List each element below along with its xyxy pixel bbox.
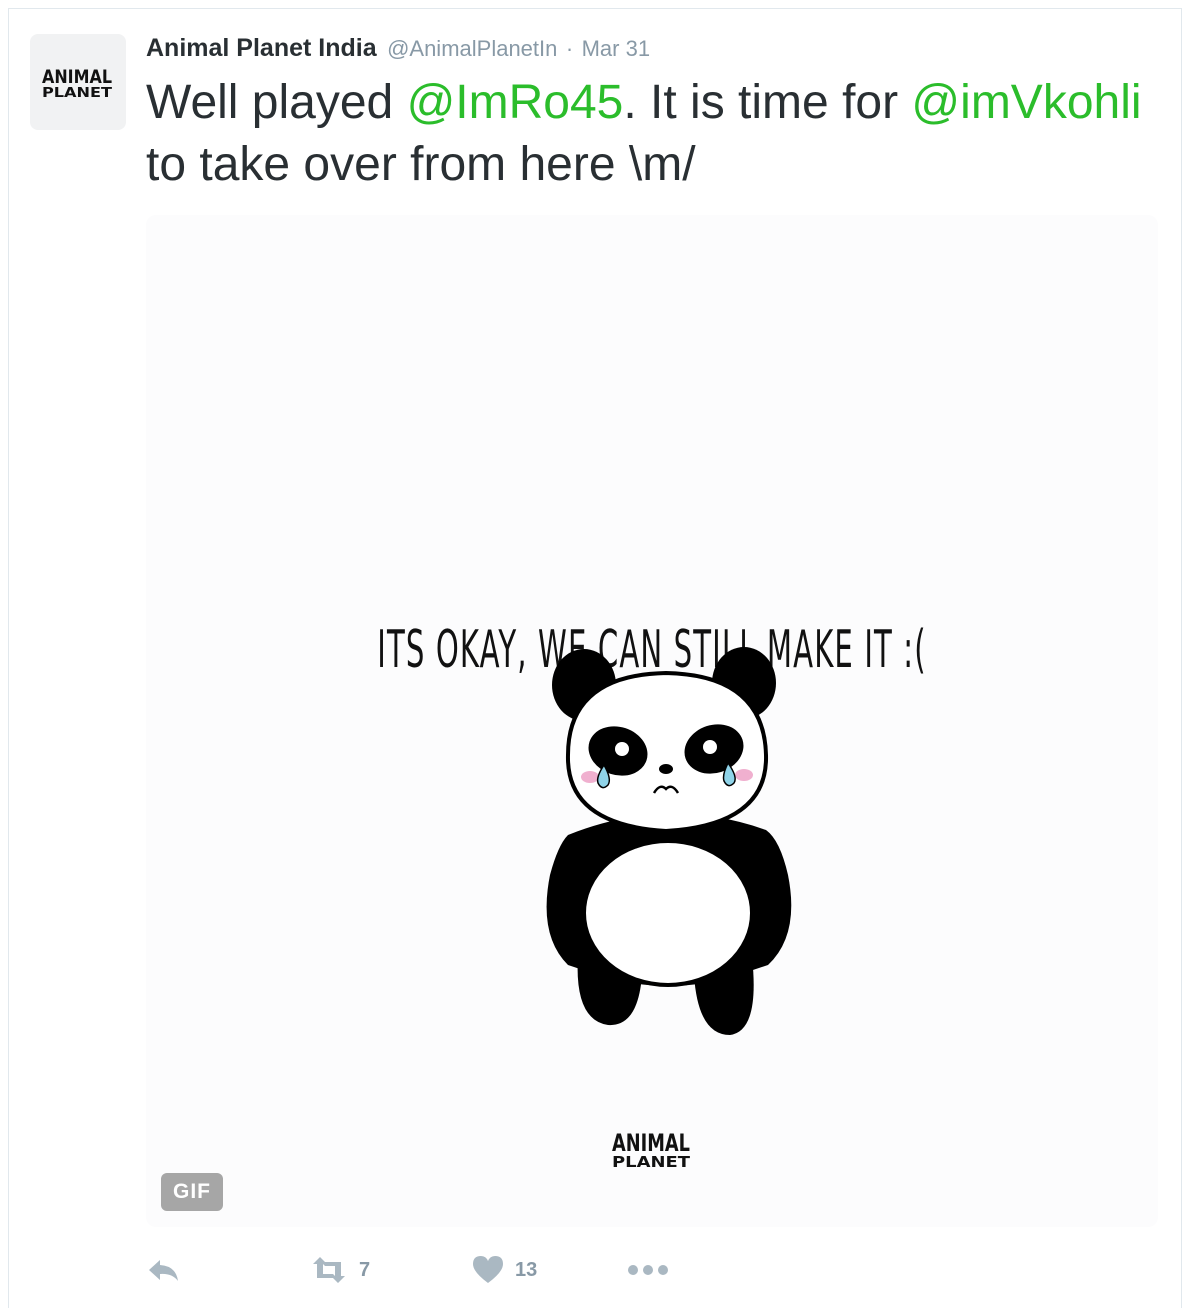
avatar[interactable]: ANIMAL PLANET bbox=[30, 34, 126, 130]
tweet-text-part: Well played bbox=[146, 76, 407, 129]
more-button[interactable] bbox=[626, 1248, 670, 1292]
svg-text:PLANET: PLANET bbox=[612, 1153, 691, 1171]
like-button[interactable]: 13 bbox=[471, 1248, 537, 1292]
like-count: 13 bbox=[515, 1258, 538, 1281]
author-name[interactable]: Animal Planet India bbox=[146, 34, 377, 62]
tweet-date[interactable]: Mar 31 bbox=[582, 36, 650, 61]
tweet-text-part: . It is time for bbox=[623, 76, 912, 129]
retweet-icon bbox=[313, 1257, 345, 1283]
mention-link-imro45[interactable]: @ImRo45 bbox=[407, 76, 624, 129]
mention-link-imvkohli[interactable]: @imVkohli bbox=[911, 76, 1141, 129]
svg-text:PLANET: PLANET bbox=[42, 86, 112, 100]
retweet-button[interactable]: 7 bbox=[309, 1248, 370, 1292]
reply-button[interactable] bbox=[146, 1248, 182, 1292]
author-handle[interactable]: @AnimalPlanetIn bbox=[387, 36, 557, 61]
crying-panda-illustration bbox=[546, 647, 792, 1035]
tweet-header: Animal Planet India @AnimalPlanetIn · Ma… bbox=[146, 34, 650, 64]
meta-separator: · bbox=[565, 36, 574, 61]
animal-planet-logo: ANIMAL PLANET bbox=[42, 66, 112, 100]
gif-badge: GIF bbox=[161, 1173, 223, 1211]
gif-media[interactable]: ITS OKAY, WE CAN STILL MAKE IT :( ANIMAL… bbox=[146, 215, 1158, 1227]
svg-text:ANIMAL: ANIMAL bbox=[42, 66, 112, 88]
animal-planet-watermark-logo: ANIMAL PLANET bbox=[612, 1129, 691, 1171]
retweet-count: 7 bbox=[359, 1258, 371, 1281]
reply-icon bbox=[149, 1260, 178, 1281]
tweet-text-part: to take over from here \m/ bbox=[146, 138, 696, 191]
heart-icon bbox=[473, 1256, 503, 1283]
more-icon bbox=[628, 1265, 668, 1275]
tweet-text: Well played @ImRo45. It is time for @imV… bbox=[146, 72, 1156, 196]
